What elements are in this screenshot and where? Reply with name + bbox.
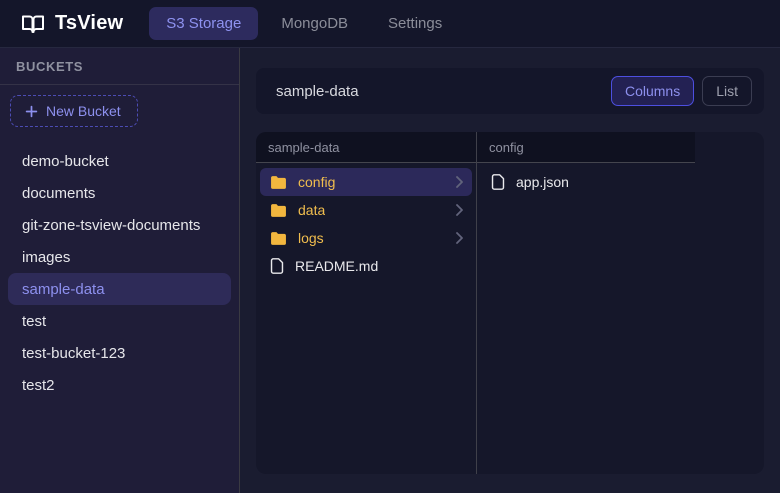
- app-logo: TsView: [20, 12, 123, 36]
- sidebar-item-test-bucket-123[interactable]: test-bucket-123: [8, 337, 231, 369]
- sidebar-item-test[interactable]: test: [8, 305, 231, 337]
- open-book-icon: [20, 12, 46, 36]
- tab-mongodb[interactable]: MongoDB: [264, 7, 365, 40]
- nav-tabs: S3 Storage MongoDB Settings: [149, 7, 459, 40]
- file-name: app.json: [516, 174, 569, 190]
- new-bucket-button[interactable]: New Bucket: [10, 95, 138, 127]
- main-content: sample-data Columns List sample-data con…: [241, 48, 780, 493]
- sidebar-item-documents[interactable]: documents: [8, 177, 231, 209]
- file-columns-panel: sample-data config: [256, 132, 764, 474]
- list-view-button[interactable]: List: [702, 76, 752, 106]
- column-header: config: [477, 132, 695, 163]
- columns-view-button[interactable]: Columns: [611, 76, 694, 106]
- file-row-readme[interactable]: README.md: [260, 252, 472, 280]
- sidebar-item-sample-data[interactable]: sample-data: [8, 273, 231, 305]
- tab-settings[interactable]: Settings: [371, 7, 459, 40]
- sidebar-item-images[interactable]: images: [8, 241, 231, 273]
- bucket-toolbar: sample-data Columns List: [256, 68, 764, 114]
- app-header: TsView S3 Storage MongoDB Settings: [0, 0, 780, 48]
- document-icon: [270, 258, 284, 274]
- sidebar-heading: BUCKETS: [0, 48, 239, 85]
- bucket-list: demo-bucket documents git-zone-tsview-do…: [0, 137, 239, 401]
- file-row-data[interactable]: data: [260, 196, 472, 224]
- view-toggle: Columns List: [611, 76, 752, 106]
- chevron-right-icon: [455, 176, 464, 188]
- file-name: data: [298, 202, 325, 218]
- buckets-sidebar: BUCKETS New Bucket demo-bucket documents…: [0, 48, 240, 493]
- file-name: config: [298, 174, 335, 190]
- file-row-app-json[interactable]: app.json: [481, 168, 691, 196]
- sidebar-item-demo-bucket[interactable]: demo-bucket: [8, 145, 231, 177]
- document-icon: [491, 174, 505, 190]
- app-title: TsView: [55, 12, 123, 35]
- chevron-right-icon: [455, 204, 464, 216]
- file-column-config: config app.json: [477, 132, 695, 474]
- column-header: sample-data: [256, 132, 476, 163]
- file-row-logs[interactable]: logs: [260, 224, 472, 252]
- file-name: README.md: [295, 258, 378, 274]
- file-row-config[interactable]: config: [260, 168, 472, 196]
- folder-icon: [270, 175, 287, 190]
- plus-icon: [25, 105, 38, 118]
- file-column-sample-data: sample-data config: [256, 132, 477, 474]
- new-bucket-label: New Bucket: [46, 103, 121, 119]
- folder-icon: [270, 203, 287, 218]
- file-name: logs: [298, 230, 324, 246]
- tab-s3-storage[interactable]: S3 Storage: [149, 7, 258, 40]
- folder-icon: [270, 231, 287, 246]
- bucket-title: sample-data: [276, 83, 359, 100]
- chevron-right-icon: [455, 232, 464, 244]
- sidebar-item-test2[interactable]: test2: [8, 369, 231, 401]
- sidebar-item-git-zone-tsview-documents[interactable]: git-zone-tsview-documents: [8, 209, 231, 241]
